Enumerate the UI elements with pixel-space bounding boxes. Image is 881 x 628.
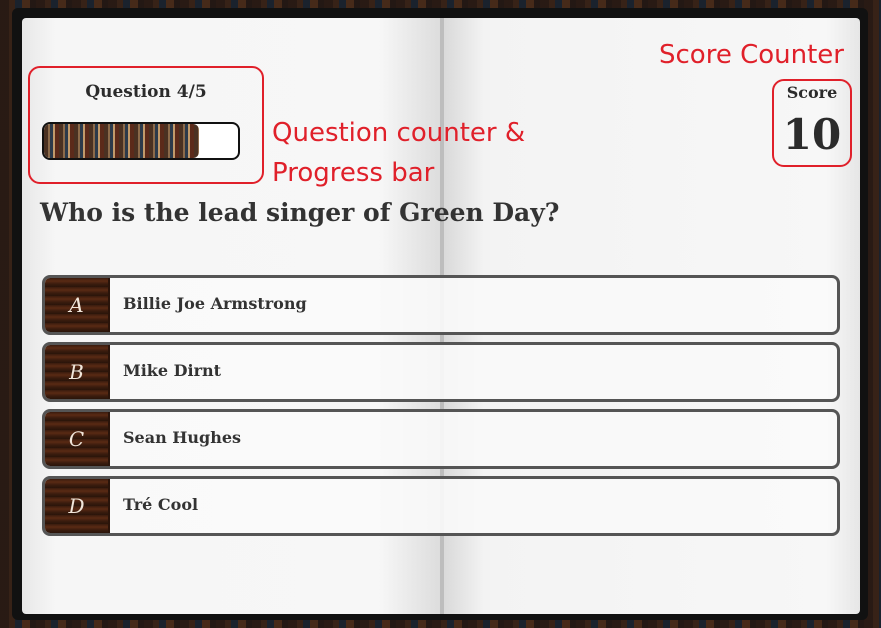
answer-option-b[interactable]: B Mike Dirnt bbox=[42, 342, 840, 402]
annotation-score-counter: Score Counter bbox=[659, 40, 844, 70]
option-text: Tré Cool bbox=[123, 494, 199, 514]
progress-bar bbox=[42, 122, 240, 160]
annotation-progress-bar: Progress bar bbox=[272, 158, 435, 188]
option-key: B bbox=[45, 345, 110, 399]
progress-bar-fill bbox=[44, 124, 200, 158]
option-text: Billie Joe Armstrong bbox=[123, 293, 307, 313]
option-key: C bbox=[45, 412, 110, 466]
question-text: Who is the lead singer of Green Day? bbox=[40, 198, 560, 227]
option-key: D bbox=[45, 479, 110, 533]
answer-option-d[interactable]: D Tré Cool bbox=[42, 476, 840, 536]
annotation-question-counter: Question counter & bbox=[272, 118, 526, 148]
answer-option-a[interactable]: A Billie Joe Armstrong bbox=[42, 275, 840, 335]
score-label: Score bbox=[786, 83, 838, 102]
score-value: 10 bbox=[782, 110, 842, 159]
quiz-content: Question 4/5 Question counter & Progress… bbox=[0, 0, 881, 628]
answer-option-c[interactable]: C Sean Hughes bbox=[42, 409, 840, 469]
option-key: A bbox=[45, 278, 110, 332]
option-text: Mike Dirnt bbox=[123, 360, 222, 380]
question-counter: Question 4/5 bbox=[85, 82, 207, 102]
option-text: Sean Hughes bbox=[123, 427, 242, 447]
